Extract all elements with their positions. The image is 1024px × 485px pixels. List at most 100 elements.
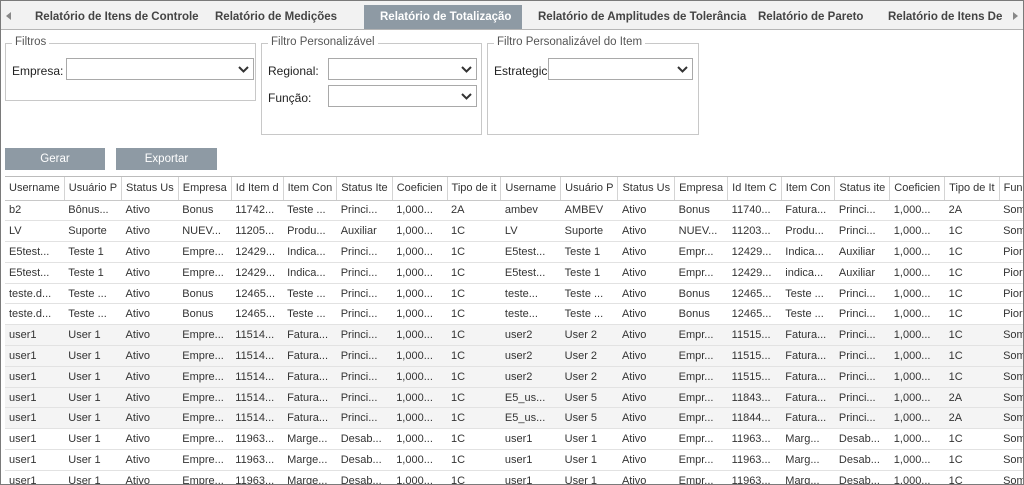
table-cell: Bonus [674,303,728,326]
table-cell: 11963... [231,449,284,471]
table-cell: user1 [5,345,65,367]
table-body: b2 Bônus... Ativo Bonus 11742... Teste ... Pri… [5,200,1023,484]
table-cell: 1C [944,262,1000,284]
table-row[interactable]: user1 User 1 Ativo Empre... 11514... Fatura..… [5,407,1023,430]
exportar-button[interactable]: Exportar [116,148,217,170]
table-cell: 1,000... [889,262,945,284]
table-cell: Princi... [336,283,393,305]
funcao-select[interactable] [328,85,477,107]
table-cell: Empre... [178,449,232,471]
table-cell: Princi... [336,407,393,430]
table-cell: 11514... [231,366,284,388]
table-cell: 11514... [231,345,284,367]
table-cell: 1,000... [889,470,945,484]
table-row[interactable]: user1 User 1 Ativo Empre... 11963... Marge...… [5,470,1023,484]
table-row[interactable]: user1 User 1 Ativo Empre... 11514... Fatura..… [5,324,1023,347]
column-header[interactable]: Username [500,177,562,201]
chevron-down-icon[interactable] [233,59,253,79]
table-row[interactable]: LV Suporte Ativo NUEV... 11205... Produ... Aux… [5,220,1023,243]
table-cell: Teste 1 [64,241,122,263]
column-header[interactable]: Usuário P [560,177,619,201]
tab-relatorio-amplitudes-tolerancia[interactable]: Relatório de Amplitudes de Tolerância [522,5,746,29]
table-cell: Empr... [674,428,728,451]
tab-relatorio-pareto[interactable]: Relatório de Pareto [742,5,872,29]
column-header[interactable]: Item Con [283,177,338,201]
table-cell: Indica... [283,241,337,263]
table-cell: 1,000... [392,428,448,451]
tab-scroll-right-icon[interactable] [1007,1,1023,29]
table-cell: Ativo [617,407,675,430]
table-cell: Empr... [674,387,728,409]
table-row[interactable]: user1 User 1 Ativo Empre... 11514... Fatura..… [5,387,1023,409]
table-cell: 12465... [231,303,284,326]
table-row[interactable]: E5test... Teste 1 Ativo Empre... 12429... Ind… [5,241,1023,263]
table-cell: Ativo [617,262,675,284]
column-header[interactable]: Status Us [617,177,676,201]
chevron-down-icon[interactable] [456,86,476,106]
tab-scroll-left-icon[interactable] [1,1,17,29]
column-header[interactable]: Empresa [178,177,232,201]
column-header[interactable]: Coeficien [392,177,448,201]
table-cell: E5test... [5,262,65,284]
column-header[interactable]: Item Con [781,177,836,201]
table-cell: Empr... [674,262,728,284]
column-header[interactable]: Status Us [121,177,179,201]
table-cell: user2 [500,345,561,367]
chevron-down-icon[interactable] [456,59,476,79]
table-cell: Princi... [336,324,393,347]
tab-relatorio-itens-de[interactable]: Relatório de Itens De [872,5,1022,29]
table-row[interactable]: user1 User 1 Ativo Empre... 11514... Fatura..… [5,366,1023,388]
table-cell: E5test... [5,241,65,263]
table-cell: Desab... [834,428,890,451]
table-cell: Soma... [999,449,1023,471]
regional-select[interactable] [328,58,477,80]
column-header[interactable]: Tipo de It [944,177,1000,201]
table-cell: Princi... [834,366,890,388]
table-cell: 1C [944,449,1000,471]
table-cell: Ativo [121,283,179,305]
column-header[interactable]: Função [999,177,1023,201]
empresa-label: Empresa: [12,64,64,78]
table-row[interactable]: user1 User 1 Ativo Empre... 11514... Fatura..… [5,345,1023,367]
results-grid[interactable]: Username Usuário P Status Us Empresa Id Item… [5,176,1023,484]
table-cell: Empre... [178,262,232,284]
table-cell: Princi... [336,387,393,409]
table-cell: Marge... [283,449,337,471]
table-row[interactable]: user1 User 1 Ativo Empre... 11963... Marge...… [5,428,1023,451]
table-cell: 1C [447,428,501,451]
column-header[interactable]: Status Ite [336,177,393,201]
table-row[interactable]: b2 Bônus... Ativo Bonus 11742... Teste ... Pri… [5,200,1023,222]
column-header[interactable]: Username [5,177,65,201]
column-header[interactable]: Status ite [834,177,891,201]
column-header[interactable]: Empresa [674,177,729,201]
column-header[interactable]: Id Item d [231,177,284,201]
table-row[interactable]: user1 User 1 Ativo Empre... 11963... Marge...… [5,449,1023,471]
tab-list: Relatório de Itens de Controle Relatório … [19,5,1022,29]
column-header[interactable]: Usuário P [64,177,123,201]
table-cell: User 1 [64,407,122,430]
empresa-select[interactable] [66,58,254,80]
column-header[interactable]: Id Item C [727,177,782,201]
table-row[interactable]: teste.d... Teste ... Ativo Bonus 12465... Tes… [5,283,1023,305]
table-cell: user1 [5,428,65,451]
table-cell: Empre... [178,470,232,484]
report-window: Relatório de Itens de Controle Relatório … [0,0,1024,485]
table-cell: Princi... [834,345,890,367]
table-row[interactable]: E5test... Teste 1 Ativo Empre... 12429... Ind… [5,262,1023,284]
chevron-down-icon[interactable] [672,59,692,79]
table-cell: Ativo [121,220,179,243]
table-cell: 1C [447,366,501,388]
tab-relatorio-medicoes[interactable]: Relatório de Medições [199,5,364,29]
table-cell: Empre... [178,366,232,388]
column-header[interactable]: Tipo de it [447,177,502,201]
estrategico-select[interactable] [548,58,693,80]
tab-relatorio-totalizacao[interactable]: Relatório de Totalização [364,5,522,29]
column-header[interactable]: Coeficien [889,177,946,201]
table-row[interactable]: teste.d... Teste ... Ativo Bonus 12465... Tes… [5,303,1023,326]
table-cell: Ativo [121,324,179,347]
gerar-button[interactable]: Gerar [5,148,105,170]
table-cell: User 1 [560,428,618,451]
table-cell: Soma... [999,200,1023,222]
table-cell: Princi... [834,220,890,243]
tab-relatorio-itens-controle[interactable]: Relatório de Itens de Controle [19,5,199,29]
